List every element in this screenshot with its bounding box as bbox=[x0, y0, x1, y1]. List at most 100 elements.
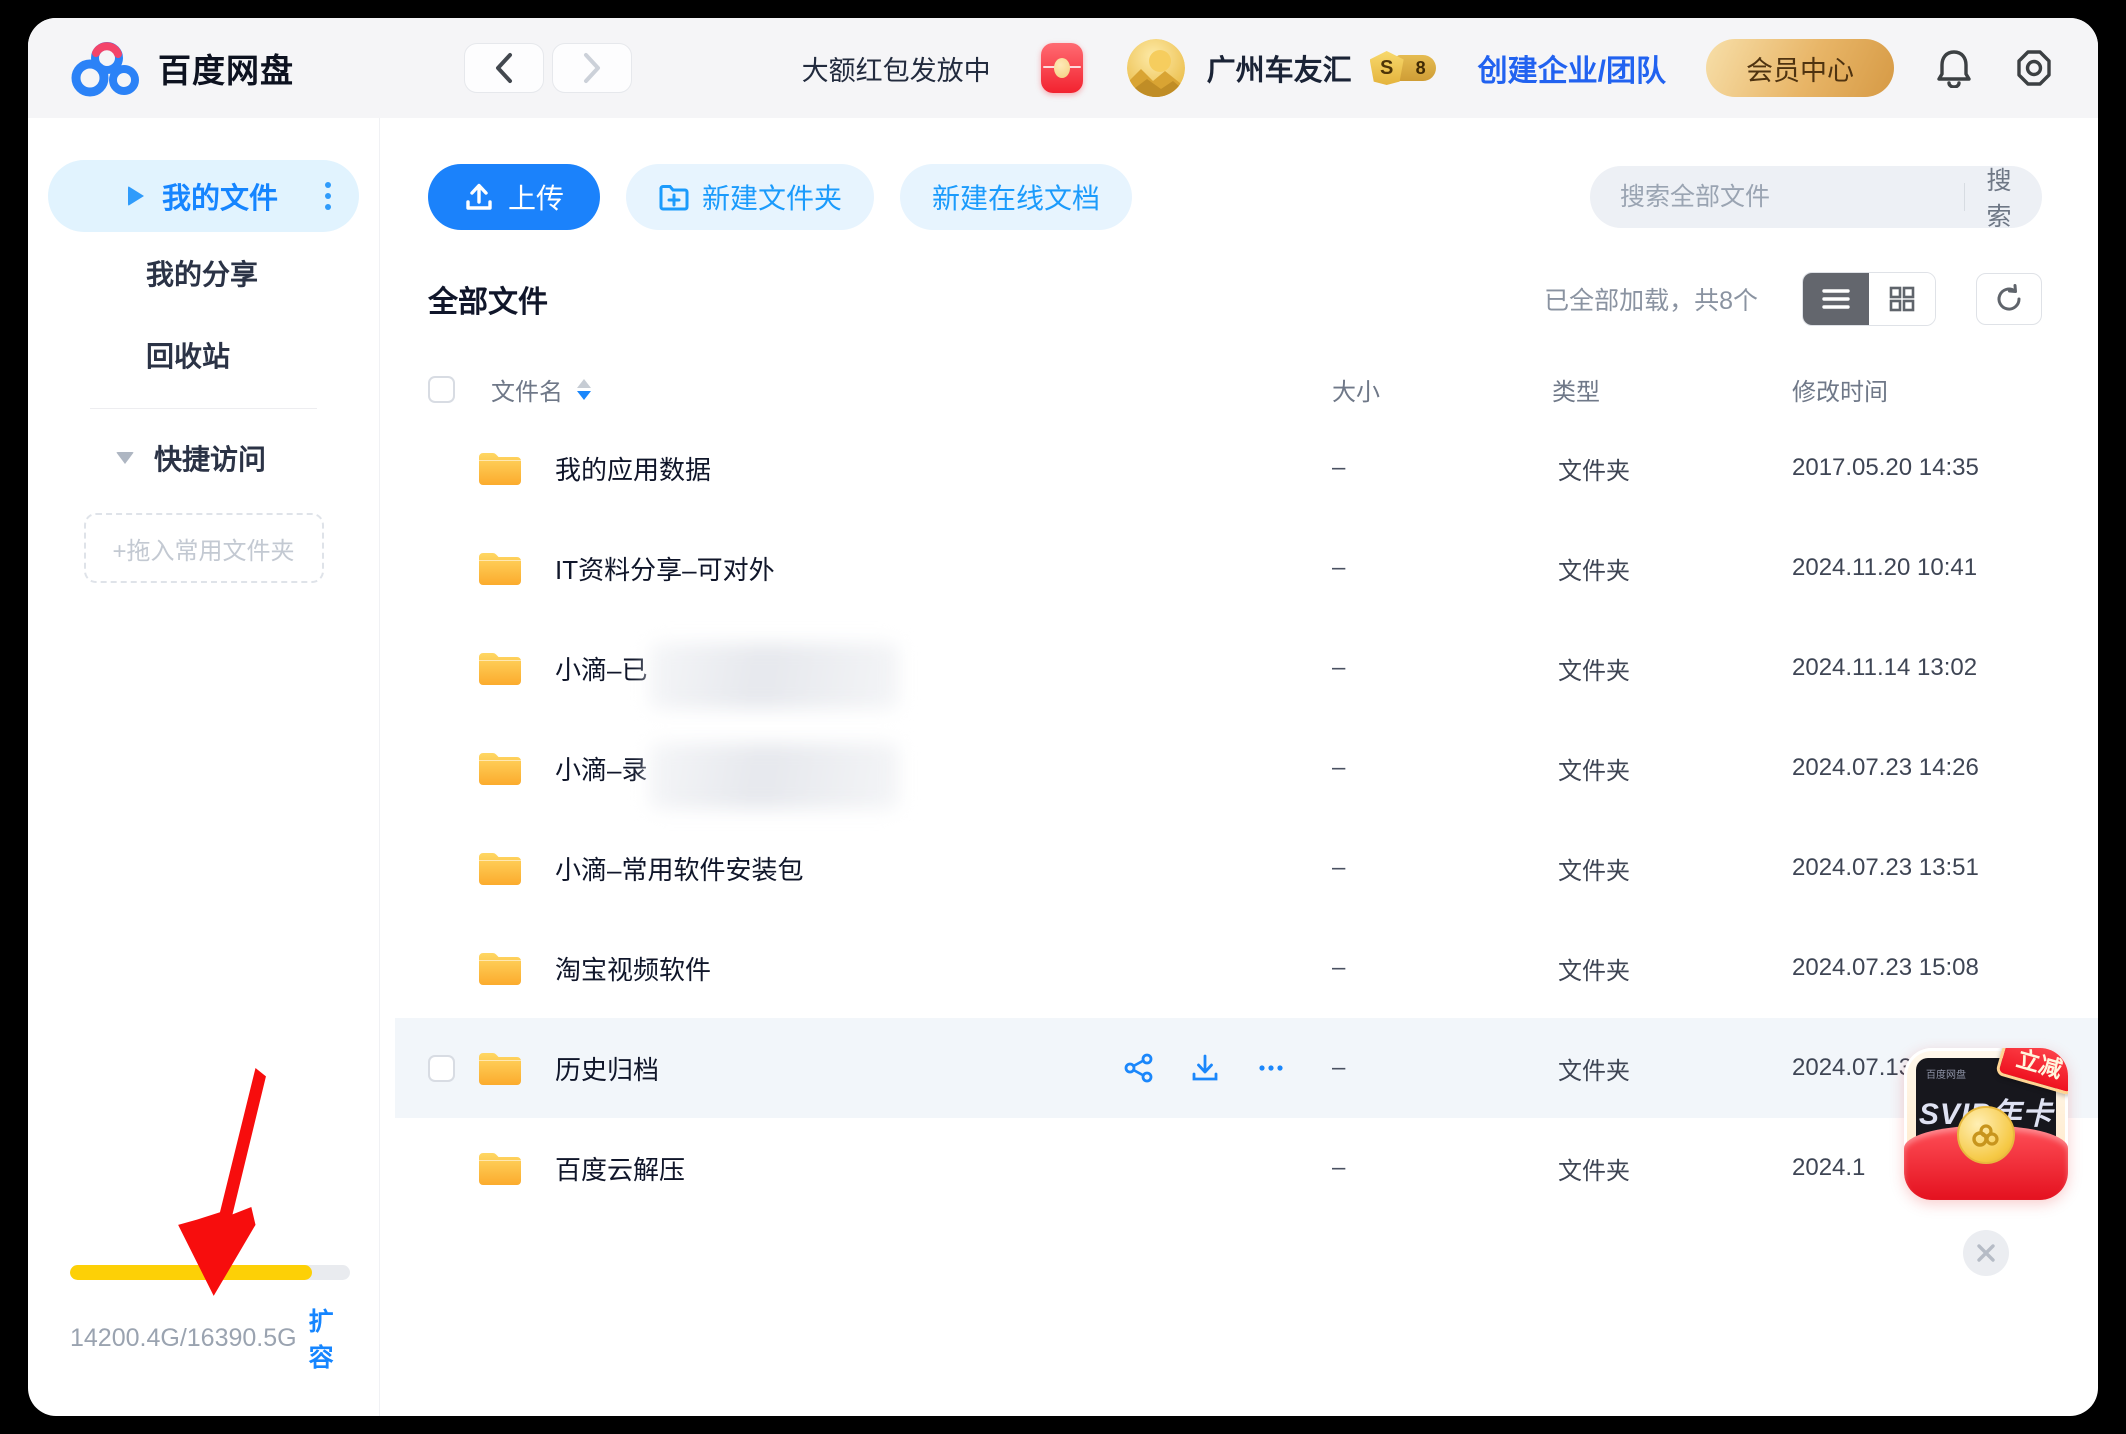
drop-folder-target[interactable]: +拖入常用文件夹 bbox=[84, 513, 324, 583]
avatar[interactable] bbox=[1127, 39, 1185, 97]
more-actions-icon[interactable] bbox=[1256, 1053, 1286, 1083]
file-size: – bbox=[1332, 454, 1552, 482]
view-toggle bbox=[1802, 272, 1936, 326]
top-header: 百度网盘 大额红包发放中 广州车友汇 bbox=[28, 18, 2098, 118]
folder-icon bbox=[477, 549, 523, 587]
sidebar-item-recycle-bin[interactable]: 回收站 bbox=[28, 314, 379, 396]
grid-view-icon bbox=[1888, 285, 1916, 313]
sidebar-item-quick-access[interactable]: 快捷访问 bbox=[28, 419, 379, 497]
create-team-link[interactable]: 创建企业/团队 bbox=[1478, 46, 1666, 90]
file-name[interactable]: 小滴–常用软件安装包 bbox=[555, 850, 803, 887]
file-name[interactable]: 小滴–录 bbox=[555, 750, 647, 787]
file-size: – bbox=[1332, 854, 1552, 882]
storage-progress-bar bbox=[70, 1265, 350, 1280]
red-packet-icon[interactable] bbox=[1041, 43, 1083, 93]
column-name[interactable]: 文件名 bbox=[491, 372, 563, 407]
file-rows: 我的应用数据 – 文件夹 2017.05.20 14:35 IT资料分享–可对外… bbox=[428, 418, 2042, 1218]
new-folder-button[interactable]: 新建文件夹 bbox=[626, 164, 874, 230]
upload-icon bbox=[464, 182, 494, 212]
svip-level-badge[interactable]: S 8 bbox=[1370, 51, 1436, 85]
file-name[interactable]: 我的应用数据 bbox=[555, 450, 711, 487]
sidebar-item-my-shares[interactable]: 我的分享 bbox=[28, 232, 379, 314]
redacted-blur bbox=[649, 743, 899, 809]
table-row[interactable]: 历史归档 – 文件夹 2024.07.13 14:46 bbox=[395, 1018, 2098, 1118]
collapse-triangle-icon[interactable] bbox=[116, 452, 134, 464]
forward-button[interactable] bbox=[552, 43, 632, 93]
download-icon[interactable] bbox=[1190, 1053, 1220, 1083]
file-time: 2024.11.14 13:02 bbox=[1792, 654, 2042, 682]
new-online-doc-button[interactable]: 新建在线文档 bbox=[900, 164, 1132, 230]
file-name[interactable]: IT资料分享–可对外 bbox=[555, 550, 775, 587]
file-type: 文件夹 bbox=[1552, 1151, 1792, 1186]
member-center-button[interactable]: 会员中心 bbox=[1706, 39, 1894, 97]
table-row[interactable]: 小滴–已 – 文件夹 2024.11.14 13:02 bbox=[395, 618, 2098, 718]
file-time: 2024.07.23 14:26 bbox=[1792, 754, 2042, 782]
refresh-button[interactable] bbox=[1976, 273, 2042, 325]
folder-plus-icon bbox=[658, 183, 690, 211]
close-promo-button[interactable] bbox=[1963, 1230, 2009, 1276]
column-time[interactable]: 修改时间 bbox=[1792, 372, 2042, 407]
grid-view-button[interactable] bbox=[1869, 273, 1935, 325]
file-type: 文件夹 bbox=[1552, 751, 1792, 786]
refresh-icon bbox=[1994, 284, 2024, 314]
search-button[interactable]: 搜索 bbox=[1987, 161, 2012, 233]
table-row[interactable]: 我的应用数据 – 文件夹 2017.05.20 14:35 bbox=[395, 418, 2098, 518]
search-bar: 搜索 bbox=[1590, 166, 2042, 228]
file-name[interactable]: 百度云解压 bbox=[555, 1150, 685, 1187]
storage-progress-fill bbox=[70, 1265, 312, 1280]
expand-storage-link[interactable]: 扩容 bbox=[309, 1302, 349, 1374]
svip-promo-card[interactable]: 百度网盘 SVIP年卡 立减 bbox=[1904, 1048, 2068, 1200]
sort-arrows-icon[interactable] bbox=[577, 379, 591, 400]
folder-icon bbox=[477, 1049, 523, 1087]
table-header: 文件名 大小 类型 修改时间 bbox=[428, 360, 2042, 418]
expand-triangle-icon[interactable] bbox=[128, 186, 144, 206]
file-type: 文件夹 bbox=[1552, 1051, 1792, 1086]
file-type: 文件夹 bbox=[1552, 851, 1792, 886]
file-size: – bbox=[1332, 1154, 1552, 1182]
column-type[interactable]: 类型 bbox=[1552, 372, 1792, 407]
file-time: 2024.07.23 13:51 bbox=[1792, 854, 2042, 882]
table-row[interactable]: IT资料分享–可对外 – 文件夹 2024.11.20 10:41 bbox=[395, 518, 2098, 618]
row-actions bbox=[1124, 1053, 1286, 1083]
table-row[interactable]: 淘宝视频软件 – 文件夹 2024.07.23 15:08 bbox=[395, 918, 2098, 1018]
back-button[interactable] bbox=[464, 43, 544, 93]
search-divider bbox=[1964, 183, 1965, 211]
username[interactable]: 广州车友汇 bbox=[1207, 47, 1352, 89]
search-input[interactable] bbox=[1620, 183, 1942, 212]
table-row[interactable]: 百度云解压 – 文件夹 2024.1 bbox=[395, 1118, 2098, 1218]
folder-icon bbox=[477, 749, 523, 787]
promo-brand-text: 百度网盘 bbox=[1926, 1066, 1966, 1081]
more-menu-icon[interactable] bbox=[325, 182, 331, 210]
row-checkbox[interactable] bbox=[428, 1055, 455, 1082]
list-view-button[interactable] bbox=[1803, 273, 1869, 325]
select-all-checkbox[interactable] bbox=[428, 376, 455, 403]
file-time: 2024.07.23 15:08 bbox=[1792, 954, 2042, 982]
file-name[interactable]: 淘宝视频软件 bbox=[555, 950, 711, 987]
sidebar-item-my-files[interactable]: 我的文件 bbox=[48, 160, 359, 232]
upload-button[interactable]: 上传 bbox=[428, 164, 600, 230]
file-time: 2024.11.20 10:41 bbox=[1792, 554, 2042, 582]
bell-icon bbox=[1936, 48, 1972, 88]
share-icon[interactable] bbox=[1124, 1053, 1154, 1083]
gold-coin-icon bbox=[1957, 1106, 2015, 1164]
sidebar-divider bbox=[90, 408, 317, 409]
baidu-netdisk-logo-icon bbox=[68, 38, 146, 98]
folder-icon bbox=[477, 849, 523, 887]
file-size: – bbox=[1332, 954, 1552, 982]
column-size[interactable]: 大小 bbox=[1332, 372, 1552, 407]
main-panel: 上传 新建文件夹 新建在线文档 搜索 bbox=[380, 118, 2098, 1416]
file-name[interactable]: 历史归档 bbox=[555, 1050, 659, 1087]
toolbar: 上传 新建文件夹 新建在线文档 搜索 bbox=[428, 164, 2042, 230]
folder-icon bbox=[477, 949, 523, 987]
notification-bell-button[interactable] bbox=[1936, 48, 1972, 88]
table-row[interactable]: 小滴–常用软件安装包 – 文件夹 2024.07.23 13:51 bbox=[395, 818, 2098, 918]
table-row[interactable]: 小滴–录 – 文件夹 2024.07.23 14:26 bbox=[395, 718, 2098, 818]
file-name[interactable]: 小滴–已 bbox=[555, 650, 647, 687]
storage-quota-text: 14200.4G/16390.5G bbox=[70, 1324, 297, 1353]
svip-promo: 百度网盘 SVIP年卡 立减 bbox=[1904, 1048, 2068, 1276]
folder-icon bbox=[477, 1149, 523, 1187]
settings-gear-button[interactable] bbox=[2014, 48, 2054, 88]
red-packet-promo-text[interactable]: 大额红包发放中 bbox=[802, 49, 991, 88]
file-type: 文件夹 bbox=[1552, 651, 1792, 686]
annotation-arrow bbox=[156, 1068, 286, 1298]
